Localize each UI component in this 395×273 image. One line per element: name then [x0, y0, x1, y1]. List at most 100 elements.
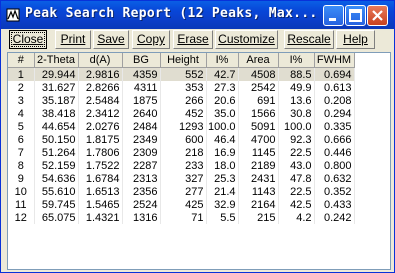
erase-button[interactable]: Erase [173, 30, 213, 49]
table-cell: 2189 [238, 159, 279, 172]
minimize-icon [329, 18, 336, 21]
table-cell: 22.5 [278, 185, 315, 198]
customize-button[interactable]: Customize [215, 30, 278, 49]
table-cell: 65.075 [34, 211, 79, 224]
table-cell: 2 [8, 81, 35, 94]
column-header[interactable]: Height [160, 53, 207, 68]
table-row[interactable]: 8 52.159 1.7522 2287 233 18.0 2189 43.0 0.800 [8, 159, 355, 172]
table-cell: 20.6 [206, 94, 239, 107]
table-cell: 2542 [238, 81, 279, 94]
table-cell: 266 [160, 94, 207, 107]
table-cell: 2.0276 [78, 120, 123, 133]
help-button[interactable]: Help [336, 30, 375, 49]
print-button[interactable]: Print [55, 30, 91, 49]
table-cell: 1.8175 [78, 133, 123, 146]
table-cell: 1.4321 [78, 211, 123, 224]
table-cell: 88.5 [278, 67, 315, 81]
table-cell: 12 [8, 211, 35, 224]
table-cell: 1.5465 [78, 198, 123, 211]
table-cell: 46.4 [206, 133, 239, 146]
table-cell: 2640 [122, 107, 161, 120]
table-cell: 5091 [238, 120, 279, 133]
table-cell: 22.5 [278, 146, 315, 159]
rescale-button[interactable]: Rescale [284, 30, 334, 49]
table-row[interactable]: 4 38.418 2.3412 2640 452 35.0 1566 30.8 0.294 [8, 107, 355, 120]
table-cell: 21.4 [206, 185, 239, 198]
table-cell: 4.2 [278, 211, 315, 224]
column-header[interactable]: I% [206, 53, 239, 68]
table-cell: 2309 [122, 146, 161, 159]
table-cell: 600 [160, 133, 207, 146]
maximize-icon [349, 9, 362, 22]
table-cell: 1.7522 [78, 159, 123, 172]
table-cell: 1 [8, 67, 35, 81]
peak-table-grid[interactable]: #2-Theta d(A) BG Height I% Area I% FWHM 1 29.944… [7, 52, 391, 270]
table-cell: 18.0 [206, 159, 239, 172]
table-cell: 7 [8, 146, 35, 159]
minimize-button[interactable] [323, 5, 344, 26]
close-button[interactable]: Close [9, 30, 47, 49]
table-row[interactable]: 2 31.627 2.8266 4311 353 27.3 2542 49.9 0.613 [8, 81, 355, 94]
column-header[interactable]: 2-Theta [34, 53, 79, 68]
window-title: Peak Search Report (12 Peaks, Max... [25, 6, 318, 21]
close-window-button[interactable] [367, 5, 388, 26]
table-cell: 47.8 [278, 172, 315, 185]
column-header[interactable]: I% [278, 53, 315, 68]
column-header[interactable]: BG [122, 53, 161, 68]
table-row[interactable]: 11 59.745 1.5465 2524 425 32.9 2164 42.5 0.433 [8, 198, 355, 211]
save-button[interactable]: Save [93, 30, 129, 49]
table-cell: 353 [160, 81, 207, 94]
table-row[interactable]: 5 44.654 2.0276 2484 1293 100.0 5091 100.0 0.335 [8, 120, 355, 133]
peak-search-report-window: Peak Search Report (12 Peaks, Max... Clo… [0, 0, 395, 273]
toolbar: Close Print Save Copy Erase Customize Re… [4, 29, 391, 50]
table-cell: 49.9 [278, 81, 315, 94]
table-row[interactable]: 10 55.610 1.6513 2356 277 21.4 1143 22.5 0.352 [8, 185, 355, 198]
copy-button[interactable]: Copy [132, 30, 170, 49]
column-header[interactable]: d(A) [78, 53, 123, 68]
column-header[interactable]: FWHM [314, 53, 355, 68]
table-cell: 52.159 [34, 159, 79, 172]
table-cell: 55.610 [34, 185, 79, 198]
table-cell: 100.0 [206, 120, 239, 133]
column-header[interactable]: # [8, 53, 35, 68]
column-header[interactable]: Area [238, 53, 279, 68]
table-cell: 552 [160, 67, 207, 81]
table-cell: 0.800 [314, 159, 355, 172]
table-cell: 3 [8, 94, 35, 107]
table-cell: 425 [160, 198, 207, 211]
close-icon [372, 10, 383, 21]
table-row[interactable]: 3 35.187 2.5484 1875 266 20.6 691 13.6 0.208 [8, 94, 355, 107]
table-cell: 0.335 [314, 120, 355, 133]
table-row[interactable]: 9 54.636 1.6784 2313 327 25.3 2431 47.8 0.632 [8, 172, 355, 185]
table-cell: 35.187 [34, 94, 79, 107]
table-cell: 0.208 [314, 94, 355, 107]
title-bar[interactable]: Peak Search Report (12 Peaks, Max... [1, 1, 394, 29]
table-cell: 1566 [238, 107, 279, 120]
table-cell: 1145 [238, 146, 279, 159]
table-row[interactable]: 6 50.150 1.8175 2349 600 46.4 4700 92.3 0.666 [8, 133, 355, 146]
table-cell: 2431 [238, 172, 279, 185]
table-cell: 0.694 [314, 67, 355, 81]
table-cell: 2356 [122, 185, 161, 198]
table-cell: 44.654 [34, 120, 79, 133]
table-cell: 0.433 [314, 198, 355, 211]
table-cell: 32.9 [206, 198, 239, 211]
table-cell: 4700 [238, 133, 279, 146]
table-row[interactable]: 1 29.944 2.9816 4359 552 42.7 4508 88.5 0.694 [8, 67, 355, 81]
maximize-button[interactable] [345, 5, 366, 26]
table-cell: 54.636 [34, 172, 79, 185]
table-cell: 452 [160, 107, 207, 120]
table-cell: 218 [160, 146, 207, 159]
table-cell: 2524 [122, 198, 161, 211]
table-row[interactable]: 7 51.264 1.7806 2309 218 16.9 1145 22.5 0.446 [8, 146, 355, 159]
table-cell: 2.9816 [78, 67, 123, 81]
table-cell: 11 [8, 198, 35, 211]
table-cell: 5.5 [206, 211, 239, 224]
table-cell: 0.294 [314, 107, 355, 120]
table-cell: 31.627 [34, 81, 79, 94]
table-body: 1 29.944 2.9816 4359 552 42.7 4508 88.5 0.694 2 31… [8, 67, 355, 224]
table-cell: 35.0 [206, 107, 239, 120]
table-cell: 0.242 [314, 211, 355, 224]
table-row[interactable]: 12 65.075 1.4321 1316 71 5.5 215 4.2 0.242 [8, 211, 355, 224]
table-cell: 0.613 [314, 81, 355, 94]
